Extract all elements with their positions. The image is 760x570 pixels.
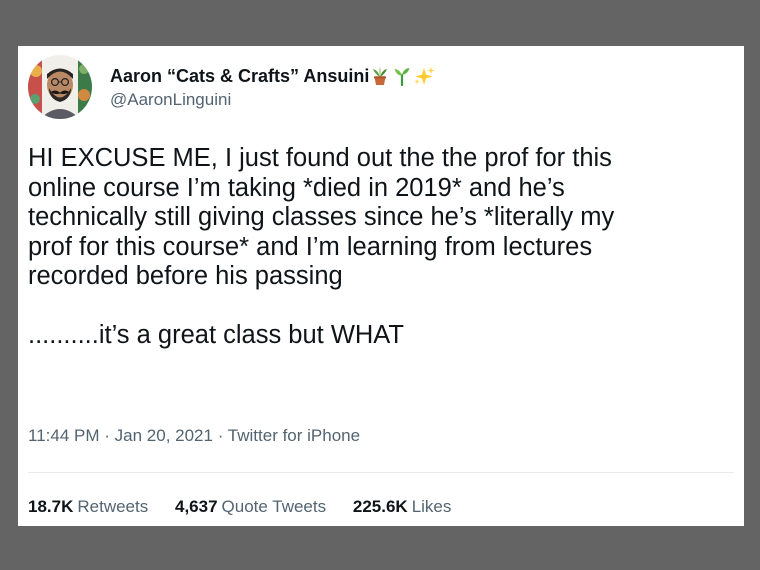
sparkles-icon [414,67,435,86]
tweet-text-line: HI EXCUSE ME, I just found out the the p… [28,144,612,172]
tweet-text-line: recorded before his passing [28,262,343,290]
likes-count: 225.6K [352,497,408,516]
meta-separator: · [104,426,110,445]
tweet-text-line: prof for this course* and I’m learning f… [28,232,593,261]
likes-stat[interactable]: 225.6K Likes [353,497,452,517]
name-emojis [370,64,435,87]
divider [28,472,734,473]
tweet-date[interactable]: Jan 20, 2021 [115,426,213,445]
quote-tweets-label: Quote Tweets [221,497,327,516]
handle[interactable]: @AaronLinguini [110,90,231,110]
quote-tweets-count: 4,637 [174,497,218,516]
display-name[interactable]: Aaron “Cats & Crafts” Ansuini [110,65,435,87]
tweet-time[interactable]: 11:44 PM [28,426,100,445]
tweet-metadata: 11:44 PM · Jan 20, 2021 · Twitter for iP… [28,426,360,446]
tweet-text-line: technically still giving classes since h… [28,203,615,231]
retweets-label: Retweets [77,497,149,516]
tweet-text-line: ..........it’s a great class but WHAT [28,321,405,349]
quote-tweets-stat[interactable]: 4,637 Quote Tweets [175,497,326,517]
seedling-icon [394,68,410,87]
tweet-text: HI EXCUSE ME, I just found out the the p… [28,144,740,351]
display-name-text: Aaron “Cats & Crafts” Ansuini [110,66,370,86]
retweets-count: 18.7K [28,497,74,516]
tweet-text-line: online course I’m taking *died in 2019* … [28,173,565,202]
tweet-card: Aaron “Cats & Crafts” Ansuini @AaronLing… [18,46,744,526]
meta-separator: · [217,426,224,445]
retweets-stat[interactable]: 18.7K Retweets [28,497,148,517]
likes-label: Likes [411,497,452,516]
potted-plant-icon [373,67,388,86]
tweet-stats: 18.7K Retweets 4,637 Quote Tweets 225.6K Li… [28,497,473,517]
avatar[interactable] [28,55,92,119]
avatar-image [28,55,92,119]
tweet-client[interactable]: Twitter for iPhone [228,426,360,445]
